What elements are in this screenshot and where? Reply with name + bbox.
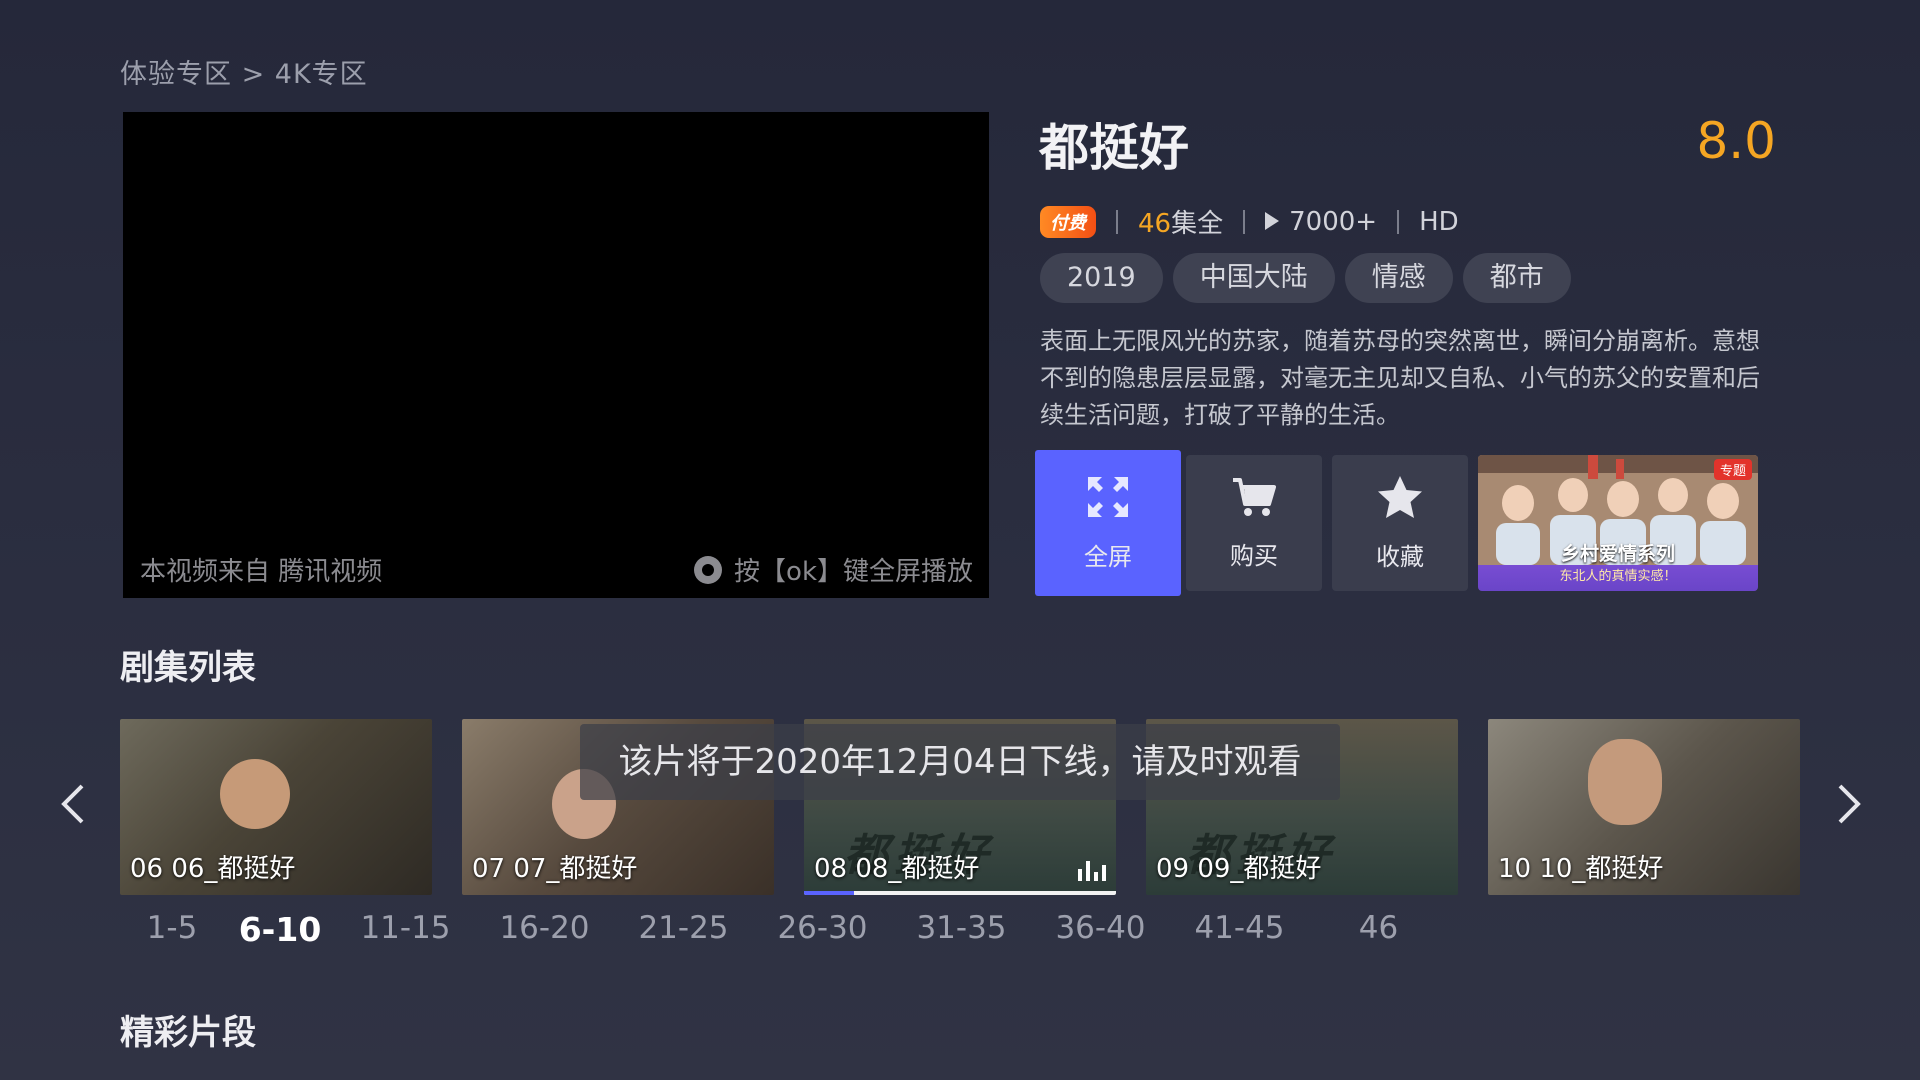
star-icon	[1378, 475, 1422, 518]
play-count-value: 7000+	[1289, 206, 1378, 237]
cart-icon	[1233, 477, 1276, 516]
range-tab[interactable]: 1-5	[120, 910, 224, 949]
episode-count-number: 46	[1138, 209, 1172, 239]
show-meta: 付费 46集全 7000+ HD	[1040, 203, 1459, 240]
divider	[1243, 209, 1246, 234]
show-score: 8.0	[1696, 112, 1776, 170]
range-tab[interactable]: 16-20	[475, 910, 614, 949]
playing-bars-icon	[1078, 859, 1106, 881]
episode-thumbnail	[220, 759, 290, 829]
clips-section-title: 精彩片段	[120, 1013, 256, 1053]
video-source-text: 本视频来自 腾讯视频	[140, 557, 383, 587]
episode-label: 10 10_都挺好	[1498, 854, 1664, 884]
fullscreen-button[interactable]: 全屏	[1035, 450, 1181, 596]
chevron-right-icon[interactable]	[1834, 782, 1864, 826]
promo-subtitle: 东北人的真情实感！	[1559, 569, 1677, 584]
range-tab[interactable]: 21-25	[614, 910, 753, 949]
divider	[1397, 209, 1400, 234]
fullscreen-label: 全屏	[1084, 542, 1132, 571]
episode-label: 06 06_都挺好	[130, 854, 296, 884]
play-icon	[1265, 211, 1280, 230]
buy-label: 购买	[1230, 541, 1278, 570]
chevron-left-icon[interactable]	[58, 782, 88, 826]
ok-button-icon	[694, 555, 723, 584]
breadcrumb: 体验专区 > 4K专区	[120, 59, 368, 90]
fullscreen-hint: 按【ok】键全屏播放	[694, 551, 973, 588]
buy-button[interactable]: 购买	[1186, 455, 1322, 591]
show-title: 都挺好	[1039, 119, 1189, 177]
episode-label: 07 07_都挺好	[472, 854, 638, 884]
tag-year[interactable]: 2019	[1040, 253, 1163, 303]
range-tab[interactable]: 41-45	[1170, 910, 1309, 949]
tag-genre-urban[interactable]: 都市	[1462, 253, 1571, 303]
fullscreen-icon	[1088, 476, 1128, 517]
offline-notice-toast: 该片将于2020年12月04日下线，请及时观看	[580, 724, 1340, 800]
tag-genre-emotion[interactable]: 情感	[1344, 253, 1453, 303]
video-player[interactable]: 本视频来自 腾讯视频 按【ok】键全屏播放	[123, 112, 989, 598]
episode-count: 46集全	[1138, 203, 1223, 240]
episode-progress-bar	[804, 891, 1116, 895]
paid-badge: 付费	[1040, 205, 1096, 238]
promo-badge: 专题	[1713, 459, 1752, 480]
tag-list: 2019 中国大陆 情感 都市	[1040, 253, 1571, 303]
episode-thumbnail	[1588, 739, 1662, 825]
episode-range-tabs: 1-5 6-10 11-15 16-20 21-25 26-30 31-35 3…	[120, 910, 1448, 949]
fullscreen-hint-text: 按【ok】键全屏播放	[734, 557, 973, 587]
promo-banner[interactable]: 专题 乡村爱情系列 东北人的真情实感！	[1478, 455, 1758, 591]
episodes-section-title: 剧集列表	[120, 648, 256, 688]
range-tab[interactable]: 31-35	[892, 910, 1031, 949]
range-tab[interactable]: 26-30	[753, 910, 892, 949]
range-tab[interactable]: 11-15	[336, 910, 475, 949]
episode-card[interactable]: 06 06_都挺好	[120, 719, 432, 895]
favorite-button[interactable]: 收藏	[1332, 455, 1468, 591]
promo-title: 乡村爱情系列	[1560, 543, 1675, 565]
play-count: 7000+	[1265, 207, 1377, 237]
divider	[1116, 209, 1118, 234]
show-description: 表面上无限风光的苏家，随着苏母的突然离世，瞬间分崩离析。意想不到的隐患层层显露，…	[1040, 327, 1760, 429]
favorite-label: 收藏	[1376, 542, 1424, 571]
action-bar: 全屏 购买 收藏 专题 乡村爱情系列 东北人的真情实感！	[1035, 450, 1758, 596]
episode-label: 09 09_都挺好	[1156, 854, 1322, 884]
episode-label: 08 08_都挺好	[814, 854, 980, 884]
episode-card[interactable]: 10 10_都挺好	[1488, 719, 1800, 895]
episode-count-suffix: 集全	[1171, 209, 1224, 239]
quality-label: HD	[1419, 206, 1459, 237]
range-tab[interactable]: 46	[1309, 910, 1448, 949]
range-tab-active[interactable]: 6-10	[224, 910, 336, 949]
episode-progress-fill	[804, 891, 854, 895]
tag-region[interactable]: 中国大陆	[1172, 253, 1335, 303]
range-tab[interactable]: 36-40	[1031, 910, 1170, 949]
